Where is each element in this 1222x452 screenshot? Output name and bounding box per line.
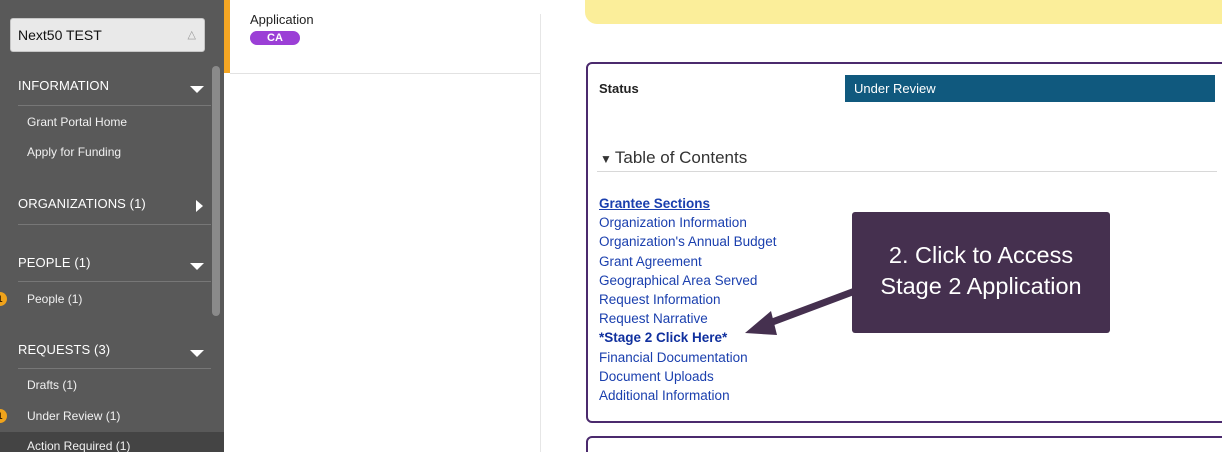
notice-banner — [585, 0, 1222, 24]
toc-link-additional-information[interactable]: Additional Information — [599, 386, 776, 405]
sidebar-divider — [18, 281, 211, 282]
sidebar-item-drafts[interactable]: Drafts (1) — [27, 378, 77, 392]
chevron-right-icon[interactable] — [196, 200, 203, 212]
sidebar-section-information[interactable]: INFORMATION — [18, 78, 109, 93]
table-of-contents-toggle[interactable]: ▼ Table of Contents — [600, 148, 747, 168]
toc-link-document-uploads[interactable]: Document Uploads — [599, 367, 776, 386]
column-divider — [540, 14, 541, 452]
card-divider — [230, 73, 540, 74]
toc-link-financial-documentation[interactable]: Financial Documentation — [599, 348, 776, 367]
chevron-down-icon[interactable] — [190, 350, 204, 357]
selected-card-accent — [224, 0, 230, 73]
sidebar-divider — [18, 368, 211, 369]
status-value: Under Review — [845, 75, 1215, 102]
sidebar-section-organizations[interactable]: ORGANIZATIONS (1) — [18, 196, 146, 211]
toc-link-organization-information[interactable]: Organization Information — [599, 213, 776, 232]
sidebar: Next50 TEST △ INFORMATION Grant Portal H… — [0, 0, 224, 452]
toc-link-grantee-sections[interactable]: Grantee Sections — [599, 194, 776, 213]
chevron-down-icon[interactable] — [190, 86, 204, 93]
up-down-arrows-icon: △ — [187, 29, 196, 41]
toc-divider — [597, 171, 1217, 172]
callout-annotation: 2. Click to Access Stage 2 Application — [852, 212, 1110, 333]
notification-badge: 1 — [0, 409, 7, 423]
sidebar-scrollbar[interactable] — [212, 66, 220, 316]
sidebar-item-action-required[interactable]: Action Required (1) — [27, 439, 130, 452]
sidebar-item-grant-portal-home[interactable]: Grant Portal Home — [27, 115, 127, 129]
sidebar-section-requests[interactable]: REQUESTS (3) — [18, 342, 110, 357]
ca-tag-badge: CA — [250, 31, 300, 45]
chevron-down-icon[interactable] — [190, 263, 204, 270]
triangle-down-icon: ▼ — [600, 152, 612, 166]
callout-line-1: 2. Click to Access — [888, 242, 1074, 268]
sidebar-item-label: People (1) — [27, 292, 83, 306]
notification-badge: 1 — [0, 292, 7, 306]
sidebar-item-label: Under Review (1) — [27, 409, 121, 423]
organization-selector[interactable]: Next50 TEST △ — [10, 18, 205, 52]
callout-line-2: Stage 2 Application — [880, 273, 1082, 299]
toc-link-grant-agreement[interactable]: Grant Agreement — [599, 252, 776, 271]
toc-link-annual-budget[interactable]: Organization's Annual Budget — [599, 232, 776, 251]
sidebar-divider — [18, 105, 211, 106]
application-card-label[interactable]: Application — [250, 12, 314, 27]
organization-selector-value: Next50 TEST — [18, 27, 102, 43]
sidebar-section-people[interactable]: PEOPLE (1) — [18, 255, 91, 270]
sidebar-divider — [18, 224, 211, 225]
callout-arrow-icon — [745, 287, 859, 335]
next-panel — [586, 436, 1222, 452]
toc-title: Table of Contents — [614, 148, 748, 167]
sidebar-item-under-review[interactable]: 1 Under Review (1) — [0, 409, 121, 423]
sidebar-item-people[interactable]: 1 People (1) — [0, 292, 83, 306]
sidebar-item-apply-for-funding[interactable]: Apply for Funding — [27, 145, 121, 159]
status-label: Status — [599, 81, 639, 96]
